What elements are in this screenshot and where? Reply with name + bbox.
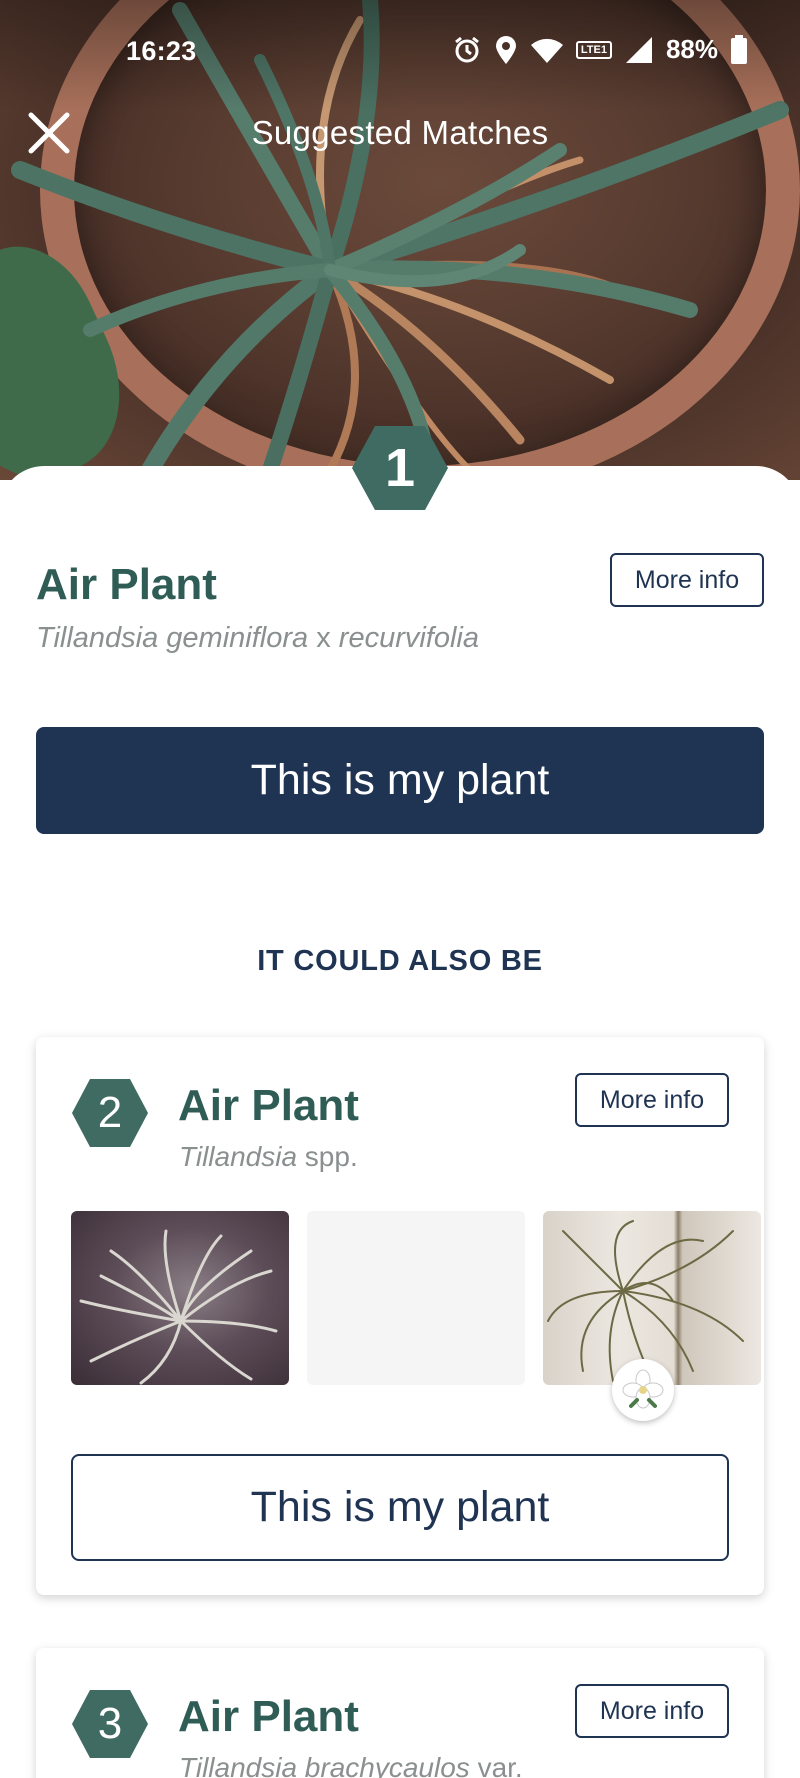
- volte-icon: LTE1: [575, 40, 612, 59]
- battery-percent: 88%: [665, 34, 718, 64]
- thumbnail-image[interactable]: [71, 1211, 289, 1385]
- confirm-plant-button[interactable]: This is my plant: [36, 727, 764, 834]
- rank-badge-2: 2: [70, 1077, 150, 1149]
- battery-icon: [730, 34, 748, 65]
- air-plant-photo: [547, 1220, 744, 1382]
- air-plant-photo: [79, 1229, 278, 1385]
- signal-icon: [624, 36, 654, 64]
- gardenia-flower-icon: [612, 1359, 674, 1421]
- status-icons: LTE1 88%: [452, 34, 748, 65]
- confirm-plant-button[interactable]: This is my plant: [71, 1454, 729, 1561]
- alternatives-heading: IT COULD ALSO BE: [257, 945, 543, 977]
- thumbnail-image[interactable]: [543, 1211, 761, 1385]
- rank-badge-3: 3: [70, 1688, 150, 1760]
- alternative-name: Air Plant: [178, 1692, 359, 1741]
- image-carousel[interactable]: [71, 1211, 764, 1387]
- rank-badge-1: 1: [350, 424, 450, 512]
- alternative-name: Air Plant: [178, 1081, 359, 1130]
- status-time: 16:23: [126, 36, 197, 66]
- location-icon: [494, 35, 518, 65]
- thumbnail-placeholder[interactable]: [307, 1211, 525, 1385]
- more-info-button[interactable]: More info: [610, 553, 764, 607]
- page-title: Suggested Matches: [251, 114, 549, 151]
- wifi-icon: [530, 36, 564, 64]
- alternative-scientific-name: Tillandsia brachycaulos var.: [179, 1752, 523, 1778]
- alternative-scientific-name: Tillandsia spp.: [179, 1141, 358, 1172]
- alarm-icon: [452, 35, 482, 65]
- status-bar: 16:23 LTE1 88%: [0, 30, 800, 74]
- alternative-card: 3 Air Plant Tillandsia brachycaulos var.…: [36, 1648, 764, 1778]
- alternative-card: 2 Air Plant Tillandsia spp. More info Th…: [36, 1037, 764, 1595]
- more-info-button[interactable]: More info: [575, 1684, 729, 1738]
- top-match-scientific-name: Tillandsia geminiflora x recurvifolia: [36, 622, 479, 654]
- more-info-button[interactable]: More info: [575, 1073, 729, 1127]
- top-match-name: Air Plant: [36, 560, 217, 609]
